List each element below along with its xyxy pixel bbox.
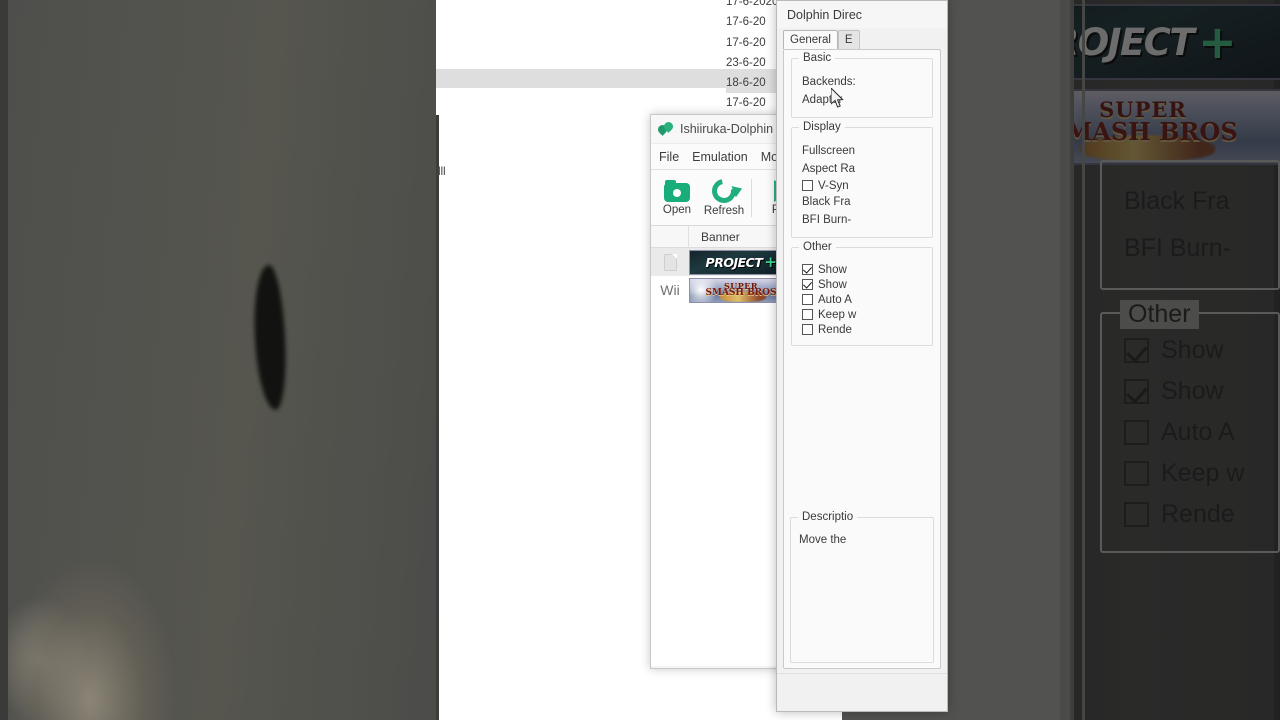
show-netplay-ping-label: Show xyxy=(818,278,847,291)
magnified-keep-window-label: Keep w xyxy=(1161,459,1245,487)
magnified-auto-adjust-checkbox xyxy=(1124,420,1149,445)
open-button[interactable]: Open xyxy=(656,179,698,216)
render-to-main-label: Rende xyxy=(818,323,852,336)
show-fps-checkbox[interactable] xyxy=(802,264,813,275)
magnified-setting-auto-adjust: Auto A xyxy=(1102,412,1278,453)
magnified-setting-keep-window: Keep w xyxy=(1102,453,1278,494)
magnified-show-netplay-ping-label: Show xyxy=(1161,377,1224,405)
show-netplay-ping-checkbox[interactable] xyxy=(802,279,813,290)
magnified-other-group: Other Show Show Auto A Keep w Rende xyxy=(1100,300,1280,553)
group-other: Other Show Show Auto A Keep w Rende xyxy=(791,241,933,346)
setting-show-fps[interactable]: Show xyxy=(792,262,932,277)
graphics-dialog-tabs[interactable]: General E xyxy=(777,28,947,49)
open-button-label: Open xyxy=(662,203,692,216)
dolphin-window-title: Ishiiruka-Dolphin FI xyxy=(680,122,788,136)
setting-adapter-label[interactable]: Adapter xyxy=(792,91,932,109)
explorer-file-extension-label: dll xyxy=(436,164,446,178)
magnified-setting-show-fps: Show xyxy=(1102,330,1278,371)
graphics-dialog-title: Dolphin Direc xyxy=(777,1,947,28)
magnified-setting-show-netplay-ping: Show xyxy=(1102,371,1278,412)
group-display: Display Fullscreen Aspect Ra V-Syn Black… xyxy=(791,121,933,238)
magnifier-inner-edge xyxy=(1082,0,1085,720)
magnified-settings-panel: Black Fra BFI Burn- Other Show Show Auto… xyxy=(1100,160,1280,575)
setting-auto-adjust[interactable]: Auto A xyxy=(792,292,932,307)
group-other-caption: Other xyxy=(799,241,836,253)
auto-adjust-checkbox[interactable] xyxy=(802,294,813,305)
refresh-button-label: Refresh xyxy=(703,204,745,217)
render-to-main-checkbox[interactable] xyxy=(802,324,813,335)
setting-backend-label[interactable]: Backends: xyxy=(792,73,932,91)
magnified-keep-window-checkbox xyxy=(1124,461,1149,486)
description-caption: Descriptio xyxy=(798,511,858,523)
description-text: Move the xyxy=(799,534,847,546)
menu-item-emulation[interactable]: Emulation xyxy=(692,150,748,164)
keep-window-label: Keep w xyxy=(818,308,857,321)
background-left-blur xyxy=(0,0,440,720)
magnifier-overlay: ROJECT + SUPER SMASH BROS Black Fra BFI … xyxy=(1070,0,1280,720)
setting-render-to-main-window[interactable]: Rende xyxy=(792,322,932,337)
magnified-display-group: Black Fra BFI Burn- xyxy=(1100,160,1280,290)
magnified-show-fps-checkbox xyxy=(1124,338,1149,363)
game-platform-cell: Wii xyxy=(660,282,680,298)
magnified-bfi-burn-label: BFI Burn- xyxy=(1124,234,1231,262)
setting-bfi-burn-label[interactable]: BFI Burn- xyxy=(792,211,932,229)
magnified-other-caption: Other xyxy=(1120,300,1199,329)
group-display-caption: Display xyxy=(799,121,845,133)
magnified-show-fps-label: Show xyxy=(1161,336,1224,364)
background-left-edge xyxy=(0,0,8,720)
magnified-black-frame-label: Black Fra xyxy=(1124,187,1230,215)
toolbar-separator xyxy=(751,178,752,217)
magnified-render-to-main-checkbox xyxy=(1124,502,1149,527)
group-basic-caption: Basic xyxy=(799,52,836,64)
setting-fullscreen-label[interactable]: Fullscreen xyxy=(792,142,932,160)
banner-title-text: PROJECT xyxy=(705,254,763,270)
dolphin-logo-icon xyxy=(658,122,674,136)
mouse-cursor-icon xyxy=(831,88,844,108)
magnified-auto-adjust-label: Auto A xyxy=(1161,418,1235,446)
refresh-icon xyxy=(707,173,741,208)
group-basic: Basic Backends: Adapter xyxy=(791,52,933,118)
setting-keep-window-on-top[interactable]: Keep w xyxy=(792,307,932,322)
refresh-button[interactable]: Refresh xyxy=(703,173,745,217)
document-icon xyxy=(663,253,677,271)
auto-adjust-label: Auto A xyxy=(818,293,852,306)
magnifier-left-edge xyxy=(1070,0,1074,720)
setting-aspect-ratio-label[interactable]: Aspect Ra xyxy=(792,160,932,178)
setting-vsync[interactable]: V-Syn xyxy=(792,178,932,193)
vsync-checkbox[interactable] xyxy=(802,180,813,191)
game-platform-cell xyxy=(651,253,689,271)
vsync-label: V-Syn xyxy=(818,179,849,192)
graphics-config-dialog[interactable]: Dolphin Direc General E Basic Backends: … xyxy=(776,0,948,712)
magnified-setting-render-to-main: Rende xyxy=(1102,494,1278,535)
description-box: Descriptio Move the xyxy=(790,511,934,663)
graphics-dialog-footer xyxy=(777,673,947,711)
magnified-render-to-main-label: Rende xyxy=(1161,500,1235,528)
keep-window-checkbox[interactable] xyxy=(802,309,813,320)
magnified-show-netplay-ping-checkbox xyxy=(1124,379,1149,404)
screenshot-root: dll 17-6-2020 23:45 17-6-20 17-6-20 23-6… xyxy=(0,0,1280,720)
column-header-platform[interactable] xyxy=(651,225,689,248)
show-fps-label: Show xyxy=(818,263,847,276)
setting-black-frame-label[interactable]: Black Fra xyxy=(792,193,932,211)
tab-enhancements[interactable]: E xyxy=(837,30,860,49)
banner-plus-glyph: + xyxy=(764,253,777,271)
setting-show-netplay-ping[interactable]: Show xyxy=(792,277,932,292)
menu-item-file[interactable]: File xyxy=(659,150,679,164)
open-folder-icon xyxy=(664,179,690,202)
tab-general[interactable]: General xyxy=(783,30,838,49)
